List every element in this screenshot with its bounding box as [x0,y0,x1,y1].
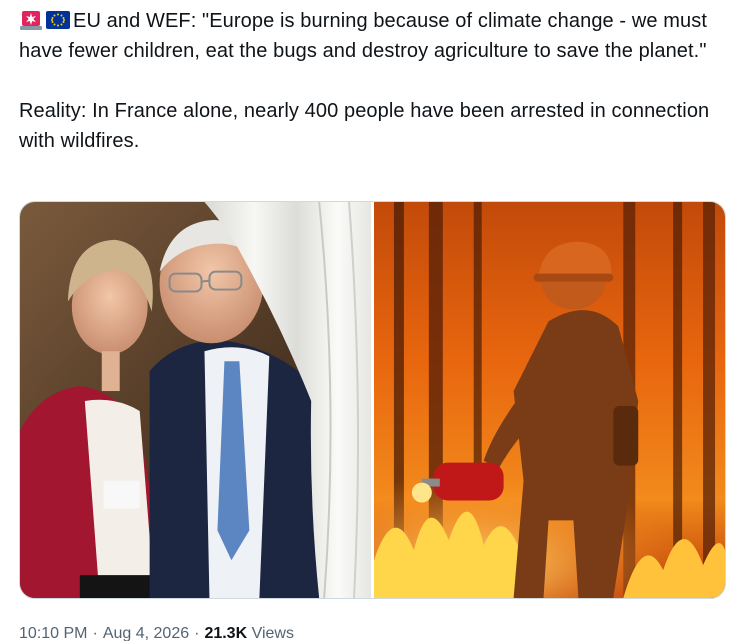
photo-two-officials[interactable] [20,202,371,598]
views-label: Views [251,625,294,641]
eu-flag-icon [46,9,70,31]
photo-firefighter[interactable] [374,202,725,598]
tweet-line-1: EU and WEF: "Europe is burning because o… [19,10,708,62]
separator: · [194,625,200,641]
tweet: EU and WEF: "Europe is burning because o… [0,0,742,641]
tweet-time[interactable]: 10:10 PM [19,625,87,641]
views-count[interactable]: 21.3K [204,625,247,641]
tweet-paragraph-2: Reality: In France alone, nearly 400 peo… [19,100,710,152]
tweet-metadata: 10:10 PM · Aug 4, 2026 · 21.3K Views [19,620,294,641]
tweet-paragraph-1: EU and WEF: "Europe is burning because o… [19,6,724,66]
tweet-date[interactable]: Aug 4, 2026 [103,625,189,641]
tweet-text: EU and WEF: "Europe is burning because o… [19,6,724,156]
siren-icon [19,9,43,31]
media-grid[interactable] [19,201,726,599]
separator: · [92,625,98,641]
